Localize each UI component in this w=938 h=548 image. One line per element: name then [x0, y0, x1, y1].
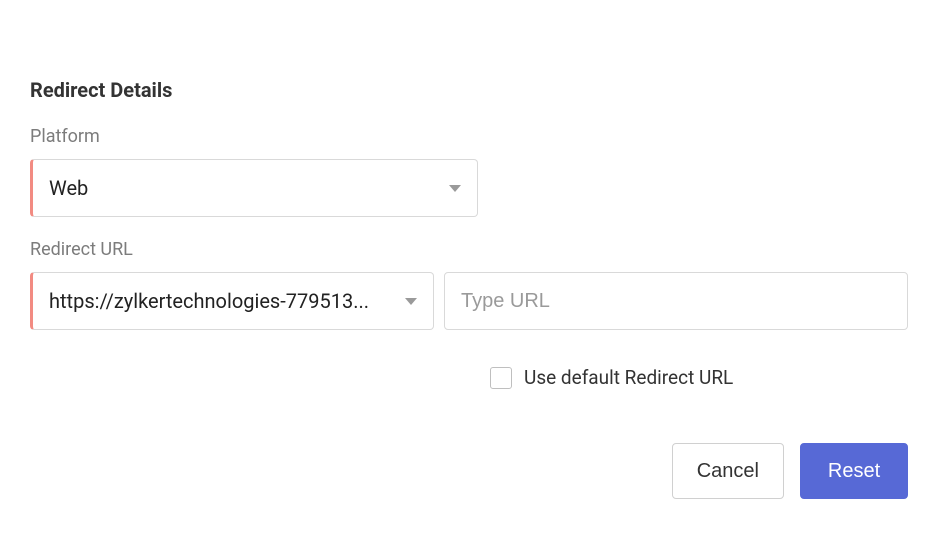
- default-redirect-label: Use default Redirect URL: [524, 366, 733, 389]
- platform-select-value: Web: [49, 176, 439, 200]
- reset-button[interactable]: Reset: [800, 443, 908, 499]
- redirect-url-select-value: https://zylkertechnologies-779513...: [49, 289, 395, 313]
- platform-select[interactable]: Web: [30, 159, 478, 217]
- default-redirect-row: Use default Redirect URL: [490, 366, 908, 389]
- default-redirect-checkbox[interactable]: [490, 367, 512, 389]
- redirect-url-input[interactable]: [444, 272, 908, 330]
- platform-label: Platform: [30, 126, 908, 147]
- redirect-details-section: Redirect Details Platform Web Redirect U…: [30, 78, 908, 499]
- redirect-url-label: Redirect URL: [30, 239, 908, 260]
- redirect-url-row: https://zylkertechnologies-779513...: [30, 272, 908, 330]
- caret-down-icon: [449, 185, 461, 192]
- cancel-button[interactable]: Cancel: [672, 443, 784, 499]
- redirect-url-field: Redirect URL https://zylkertechnologies-…: [30, 239, 908, 330]
- section-title: Redirect Details: [30, 78, 908, 102]
- redirect-url-select[interactable]: https://zylkertechnologies-779513...: [30, 272, 434, 330]
- action-buttons: Cancel Reset: [30, 443, 908, 499]
- caret-down-icon: [405, 298, 417, 305]
- platform-field: Platform Web: [30, 126, 908, 217]
